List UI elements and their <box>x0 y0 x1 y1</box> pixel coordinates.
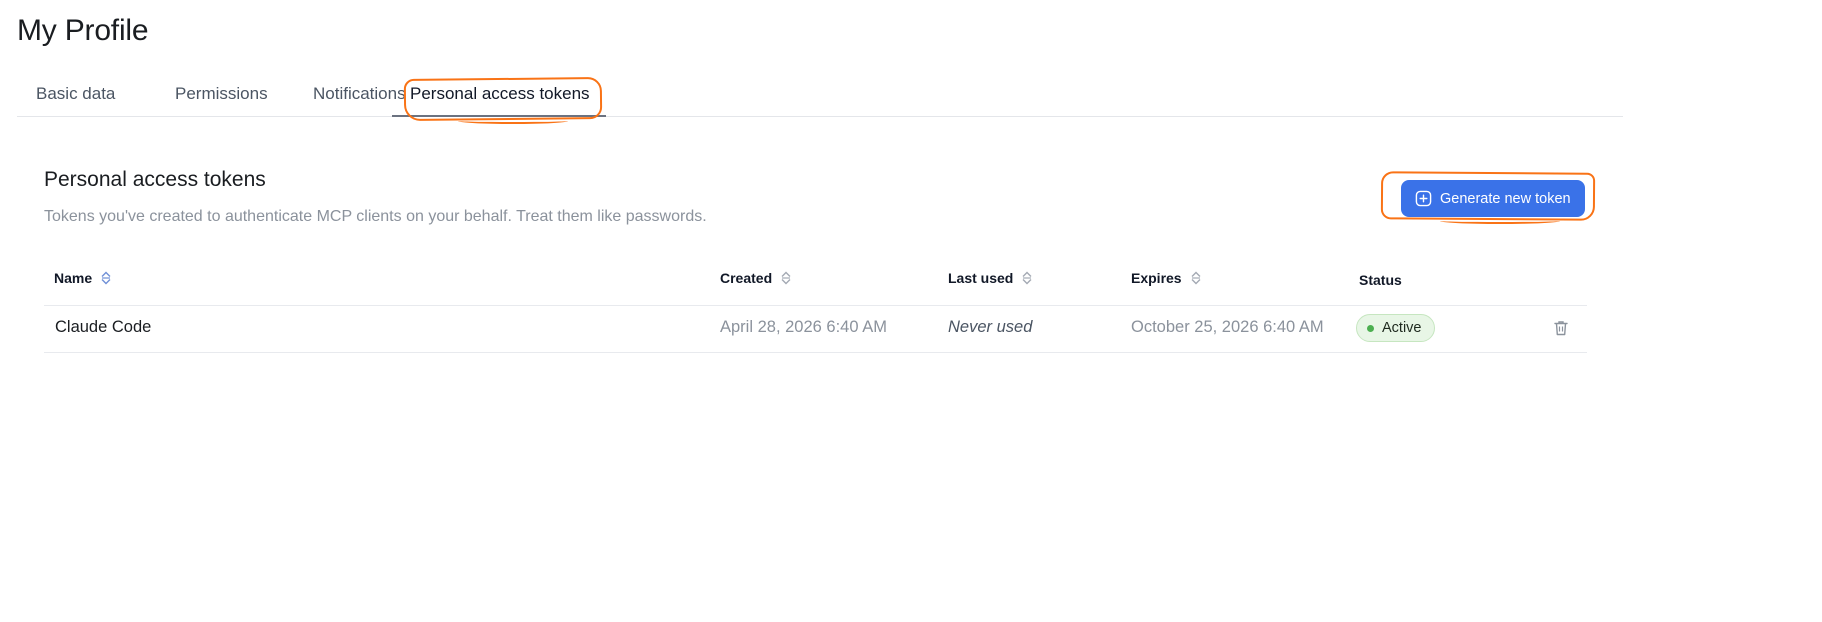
generate-new-token-button[interactable]: Generate new token <box>1401 180 1585 217</box>
plus-square-icon <box>1415 190 1432 207</box>
column-header-created[interactable]: Created <box>720 270 792 286</box>
column-header-label: Name <box>54 270 93 286</box>
column-header-label: Created <box>720 270 773 286</box>
section-title: Personal access tokens <box>44 168 266 191</box>
status-dot-icon <box>1367 324 1374 332</box>
tab-notifications[interactable]: Notifications <box>313 84 406 104</box>
token-created: April 28, 2026 6:40 AM <box>720 318 887 336</box>
column-header-last-used[interactable]: Last used <box>948 270 1033 286</box>
sort-icon <box>101 271 111 285</box>
section-description: Tokens you've created to authenticate MC… <box>44 208 707 225</box>
profile-page: My Profile Basic data Permissions Notifi… <box>0 0 1822 622</box>
sort-icon <box>1191 271 1201 285</box>
generate-new-token-label: Generate new token <box>1440 190 1571 207</box>
status-badge: Active <box>1356 314 1435 342</box>
token-name: Claude Code <box>55 318 152 336</box>
sort-icon <box>781 271 791 285</box>
page-title: My Profile <box>17 14 149 47</box>
column-header-label: Status <box>1359 272 1402 288</box>
sort-icon <box>1022 271 1032 285</box>
tab-basic-data[interactable]: Basic data <box>36 84 115 104</box>
column-header-expires[interactable]: Expires <box>1131 270 1202 286</box>
token-expires: October 25, 2026 6:40 AM <box>1131 318 1324 336</box>
active-tab-indicator <box>392 115 606 117</box>
row-divider <box>44 352 1587 353</box>
tab-bar: Basic data Permissions Notifications Per… <box>17 72 1623 117</box>
tab-personal-access-tokens[interactable]: Personal access tokens <box>410 84 590 104</box>
annotation-stroke-button <box>1440 218 1560 224</box>
column-header-label: Expires <box>1131 270 1182 286</box>
column-header-status: Status <box>1359 272 1402 288</box>
trash-icon[interactable] <box>1552 319 1570 337</box>
status-label: Active <box>1382 320 1422 336</box>
token-last-used: Never used <box>948 318 1033 336</box>
column-header-label: Last used <box>948 270 1014 286</box>
tab-permissions[interactable]: Permissions <box>175 84 268 104</box>
header-divider <box>44 305 1587 306</box>
annotation-stroke-tab <box>458 118 568 124</box>
column-header-name[interactable]: Name <box>54 270 112 286</box>
